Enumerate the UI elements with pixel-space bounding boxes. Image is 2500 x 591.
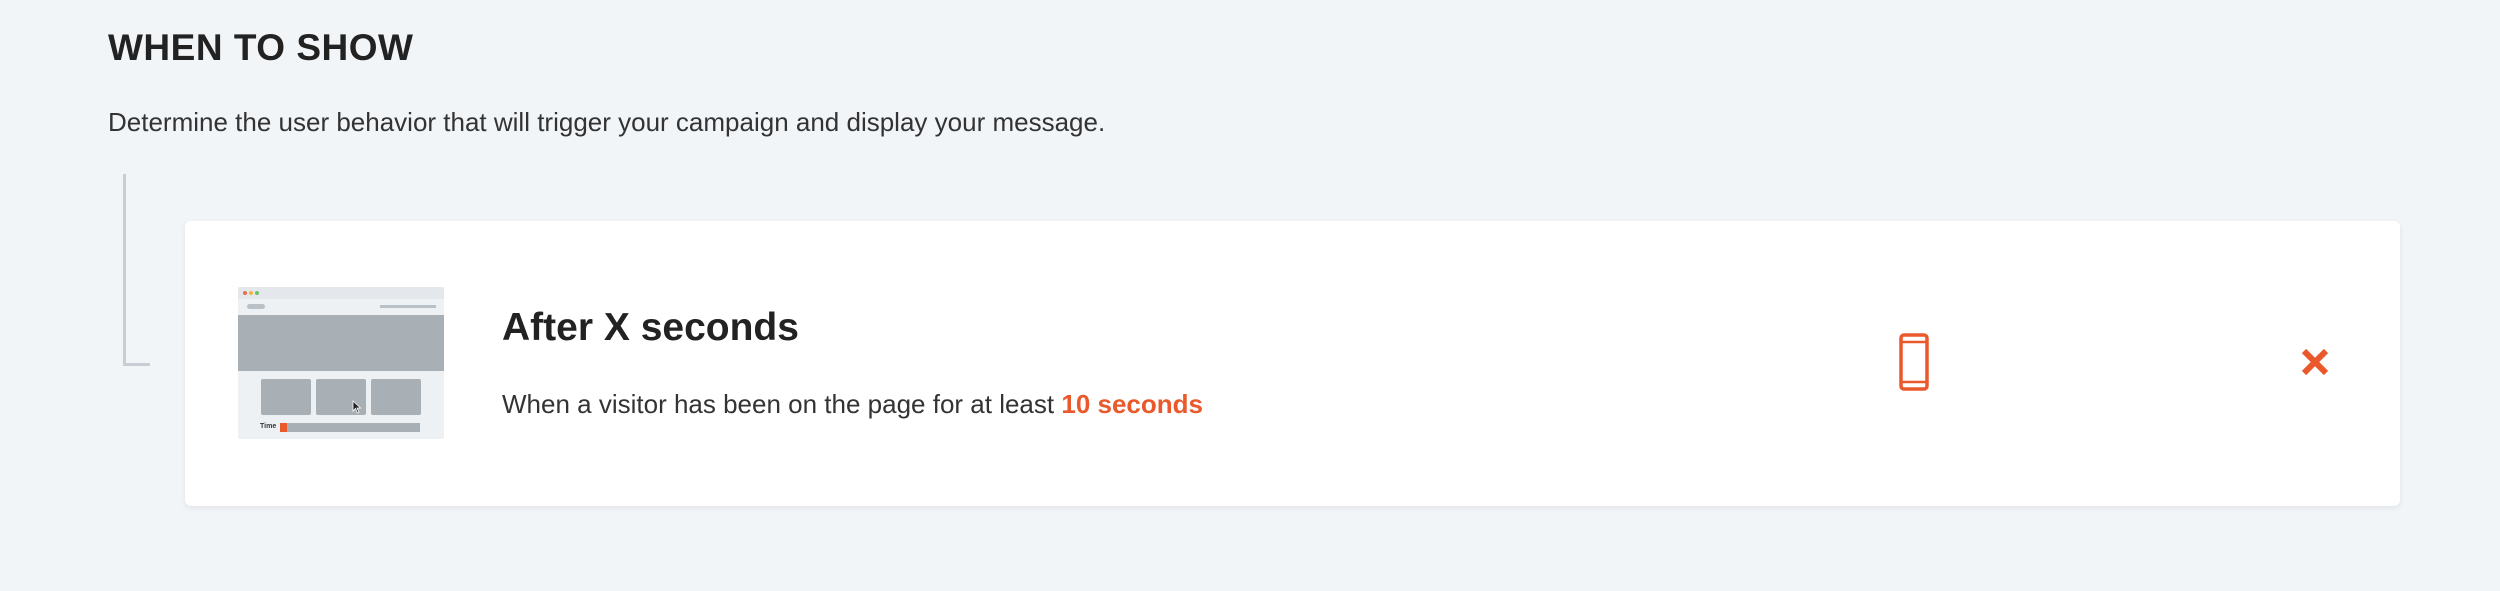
thumbnail-browser-bar: [238, 287, 444, 299]
trigger-title: After X seconds: [502, 306, 799, 349]
browser-dot-yellow: [249, 291, 253, 295]
section-title: WHEN TO SHOW: [108, 27, 414, 68]
thumbnail-logo-placeholder: [247, 304, 265, 309]
mouse-cursor-icon: [352, 400, 362, 414]
trigger-thumbnail: Time: [238, 287, 444, 439]
trigger-description-text: When a visitor has been on the page for …: [502, 389, 1055, 419]
tree-connector-line: [123, 174, 150, 366]
browser-dot-green: [255, 291, 259, 295]
trigger-seconds-value[interactable]: 10 seconds: [1061, 389, 1203, 419]
browser-dot-red: [243, 291, 247, 295]
thumbnail-time-bar-fill: [280, 423, 287, 432]
thumbnail-content-block: [261, 379, 311, 415]
thumbnail-time-label: Time: [260, 423, 277, 430]
thumbnail-nav-placeholder: [380, 305, 436, 308]
mobile-phone-icon[interactable]: [1899, 333, 1929, 391]
thumbnail-hero-placeholder: [238, 315, 444, 371]
close-x-icon[interactable]: [2300, 347, 2330, 377]
thumbnail-content-block: [371, 379, 421, 415]
section-description: Determine the user behavior that will tr…: [108, 107, 1106, 137]
trigger-description: When a visitor has been on the page for …: [502, 389, 1203, 420]
trigger-card[interactable]: Time After X seconds When a visitor has …: [185, 221, 2400, 506]
thumbnail-time-bar: [280, 423, 420, 432]
